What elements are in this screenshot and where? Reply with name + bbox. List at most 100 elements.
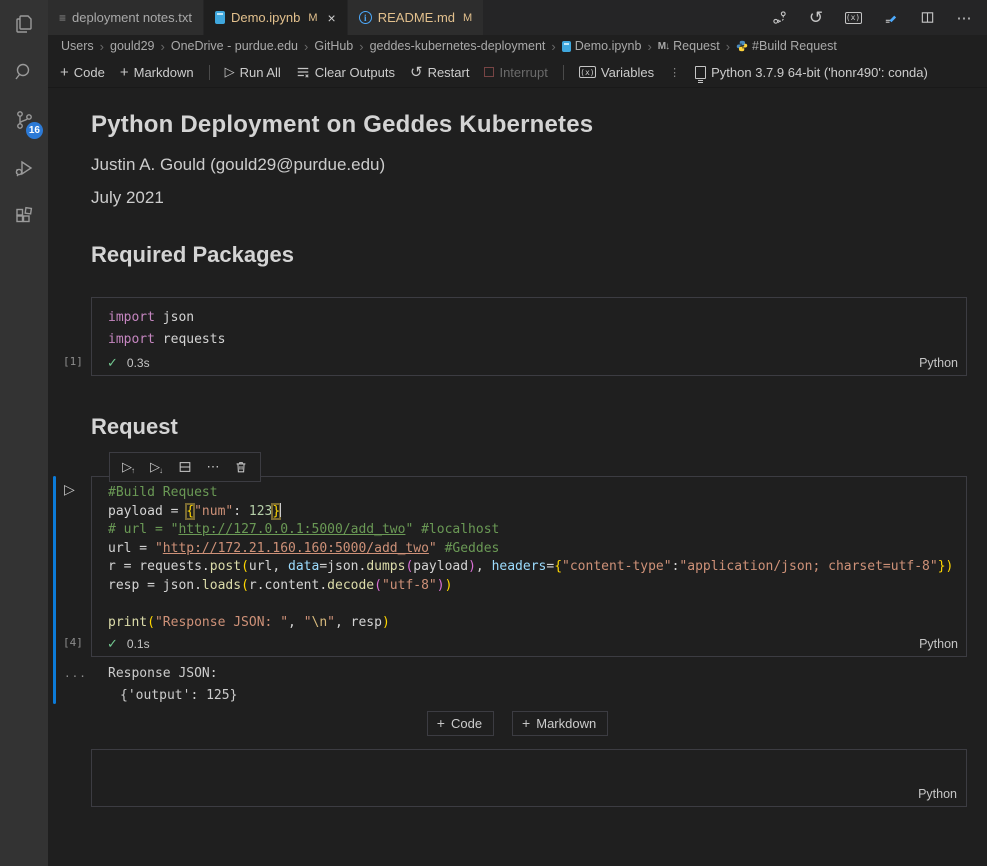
run-cell-button[interactable]: ▷ [64,481,75,498]
cell-status-bar: ✓ 0.1s Python [92,632,966,656]
text-file-icon: ≡ [59,11,66,25]
revert-icon[interactable]: ↺ [807,9,825,27]
kernel-picker[interactable]: Python 3.7.9 64-bit ('honr490': conda) [695,65,928,80]
cell-language[interactable]: Python [918,787,957,801]
chevron-icon: › [549,39,557,54]
modified-badge: M [308,12,317,24]
success-check-icon: ✓ [107,355,118,371]
chevron-icon: › [98,39,106,54]
variables-label: Variables [601,65,654,80]
restart-label: Restart [428,65,470,80]
toolbar-separator [209,65,210,80]
breadcrumb-users[interactable]: Users [61,39,94,53]
code-cell-1[interactable]: import jsonimport requests ✓ 0.3s Python… [91,297,967,376]
execute-below-icon[interactable]: ▷↓ [147,457,167,477]
markdown-heading-request: Request [91,414,967,440]
output-line: Response JSON: [108,665,967,683]
code-cell-2[interactable]: #Build Requestpayload = {"num": 123}# ur… [91,476,967,657]
cell-language[interactable]: Python [919,356,958,370]
chevron-icon: › [302,39,310,54]
success-check-icon: ✓ [107,636,118,652]
more-actions-icon[interactable]: ⋯ [203,457,223,477]
split-cell-icon[interactable] [175,457,195,477]
insert-code-button[interactable]: + Code [427,711,494,736]
add-code-label: Code [74,65,105,80]
plus-icon: + [120,64,129,81]
notebook-body: Python Deployment on Geddes Kubernetes J… [48,88,987,866]
scm-badge: 16 [26,122,43,139]
output-line: {'output': 125} [120,687,967,705]
breadcrumb-file[interactable]: Demo.ipynb [562,39,642,53]
variables-button[interactable]: (x) Variables [579,65,654,80]
more-actions-icon[interactable]: ⋯ [955,9,973,27]
focused-cell-indicator [53,476,56,704]
breadcrumb-github[interactable]: GitHub [314,39,353,53]
tab-label: README.md [378,10,455,25]
interrupt-label: Interrupt [499,65,547,80]
delete-cell-icon[interactable] [231,457,251,477]
execution-count: [1] [63,355,83,368]
info-icon: i [359,11,372,24]
code-cell-3-empty[interactable]: Python [91,749,967,807]
tab-deployment-notes[interactable]: ≡ deployment notes.txt [48,0,204,35]
close-icon[interactable]: × [328,10,336,26]
interrupt-icon [484,67,494,77]
breadcrumb-repo[interactable]: geddes-kubernetes-deployment [370,39,546,53]
explorer-icon[interactable] [0,0,48,48]
activity-bar: 16 [0,0,48,866]
export-icon[interactable] [881,9,899,27]
kernel-label: Python 3.7.9 64-bit ('honr490': conda) [711,65,928,80]
cell-output: ... Response JSON: {'output': 125} [91,665,967,705]
source-control-icon[interactable]: 16 [0,96,48,144]
breadcrumb-gould29[interactable]: gould29 [110,39,155,53]
run-debug-icon[interactable] [0,144,48,192]
restart-button[interactable]: ↺ Restart [410,63,469,81]
notebook-icon [215,11,225,24]
tab-readme-md[interactable]: i README.md M [348,0,484,35]
execute-above-icon[interactable]: ▷↑ [119,457,139,477]
code-editor[interactable]: #Build Requestpayload = {"num": 123}# ur… [92,477,966,632]
plus-icon: + [522,715,530,731]
breadcrumb-cell[interactable]: #Build Request [736,39,837,53]
breadcrumb: Users › gould29 › OneDrive - purdue.edu … [48,35,987,57]
search-icon[interactable] [0,48,48,96]
breadcrumb-section[interactable]: M↓ Request [658,39,720,53]
cell-status-bar: ✓ 0.3s Python [92,351,966,375]
markdown-cell-icon: M↓ [658,41,669,52]
markdown-heading-required-packages: Required Packages [91,242,967,268]
add-code-cell-button[interactable]: + Code [60,64,105,81]
insert-markdown-button[interactable]: + Markdown [512,711,608,736]
execution-time: 0.1s [127,637,150,651]
breadcrumb-onedrive[interactable]: OneDrive - purdue.edu [171,39,298,53]
variables-glyph: (x) [845,12,862,24]
clear-outputs-icon [296,65,310,79]
editor-group: ≡ deployment notes.txt Demo.ipynb M × i … [48,0,987,866]
breadcrumb-file-label: Demo.ipynb [575,39,642,53]
run-all-icon: ▷ [225,64,235,80]
tab-demo-ipynb[interactable]: Demo.ipynb M × [204,0,348,35]
compare-icon[interactable] [770,9,788,27]
add-markdown-cell-button[interactable]: + Markdown [120,64,194,81]
run-all-button[interactable]: ▷ Run All [225,64,281,80]
run-all-label: Run All [240,65,281,80]
chevron-icon: › [724,39,732,54]
tab-bar: ≡ deployment notes.txt Demo.ipynb M × i … [48,0,987,35]
plus-icon: + [60,64,69,81]
split-editor-icon[interactable] [918,9,936,27]
insert-cell-row: + Code + Markdown [48,711,987,736]
kernel-icon [695,66,706,79]
insert-markdown-label: Markdown [536,716,596,731]
code-cell-1-region: import jsonimport requests ✓ 0.3s Python… [91,297,967,376]
code-cell-2-region: ▷ ▷↑ ▷↓ ⋯ #Build Requestpayload = {"num"… [91,476,967,705]
extensions-icon[interactable] [0,192,48,240]
kebab-icon[interactable]: ⋮ [669,66,680,79]
interrupt-button[interactable]: Interrupt [484,65,547,80]
code-editor[interactable]: import jsonimport requests [92,298,966,351]
variables-icon[interactable]: (x) [844,9,862,27]
clear-outputs-button[interactable]: Clear Outputs [296,65,395,80]
markdown-date: July 2021 [91,188,967,208]
cell-language[interactable]: Python [919,637,958,651]
modified-badge: M [463,12,472,24]
markdown-title: Python Deployment on Geddes Kubernetes [91,111,967,139]
notebook-toolbar: + Code + Markdown ▷ Run All Clear Output… [48,57,987,88]
